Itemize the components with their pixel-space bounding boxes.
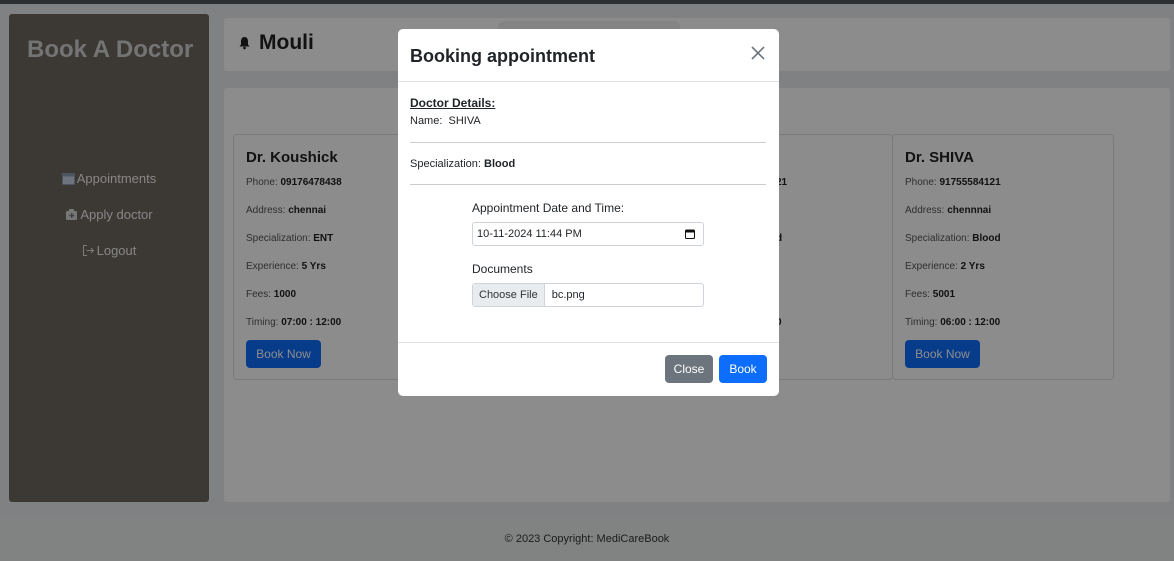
datetime-value: 10-11-2024 11:44 PM: [477, 228, 582, 240]
doctor-specialization-line: Specialization: Blood: [410, 158, 516, 170]
close-button[interactable]: Close: [665, 355, 713, 383]
divider: [410, 184, 766, 185]
doctor-name-line: Name: SHIVA: [410, 115, 481, 127]
close-icon[interactable]: [749, 44, 767, 62]
calendar-icon[interactable]: [685, 229, 695, 239]
selected-file-name: bc.png: [551, 289, 585, 301]
modal-footer: Close Book: [398, 342, 779, 396]
doctor-details-heading: Doctor Details:: [410, 96, 496, 110]
modal-title: Booking appointment: [410, 46, 595, 66]
documents-file-input[interactable]: Choose File bc.png: [472, 283, 704, 307]
appointment-date-label: Appointment Date and Time:: [472, 201, 625, 215]
modal-header: Booking appointment: [398, 29, 779, 82]
booking-modal: Booking appointment Doctor Details: Name…: [398, 29, 779, 396]
choose-file-button[interactable]: Choose File: [473, 284, 545, 306]
documents-label: Documents: [472, 262, 533, 276]
book-button[interactable]: Book: [719, 355, 767, 383]
appointment-datetime-input[interactable]: 10-11-2024 11:44 PM: [472, 222, 704, 246]
divider: [410, 142, 766, 143]
